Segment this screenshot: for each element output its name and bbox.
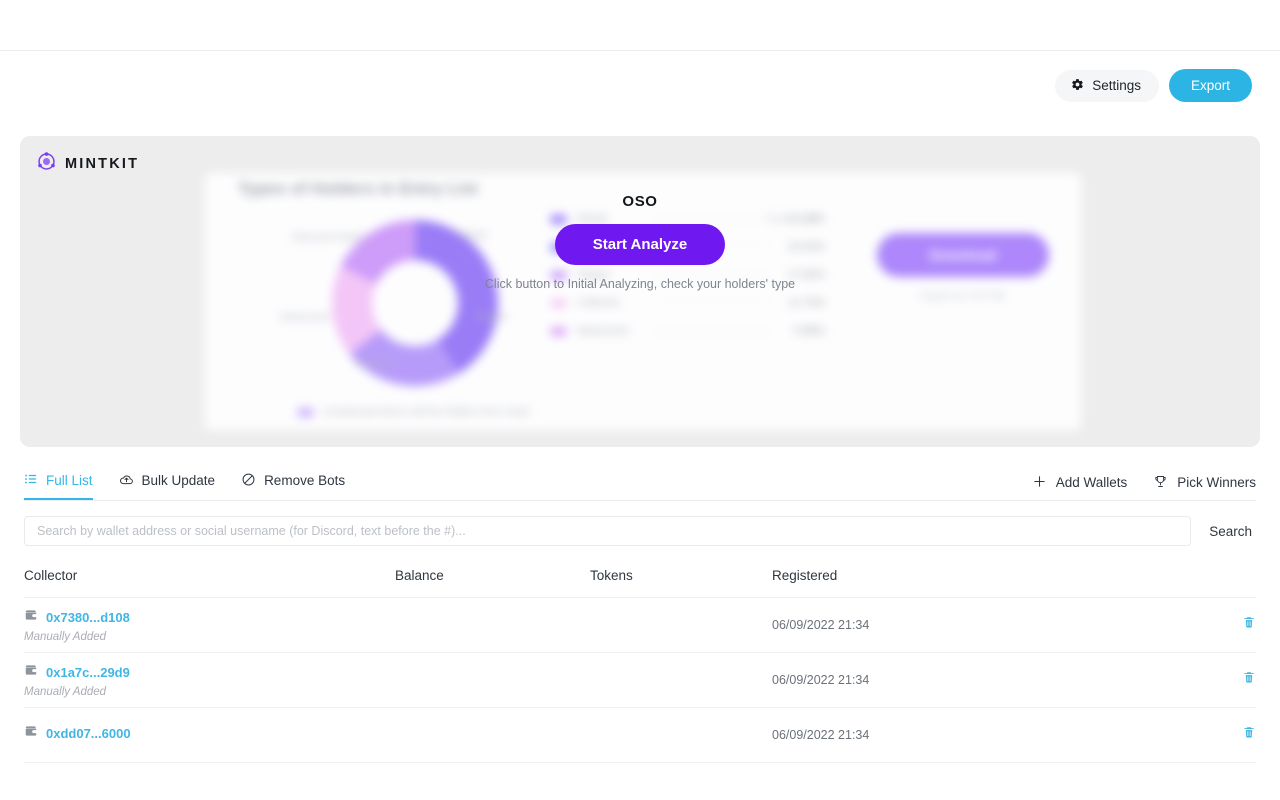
gear-icon (1071, 78, 1084, 94)
chart-footer-label: Unselected items will be hidden from cha… (323, 406, 530, 418)
cell-collector: 0x1a7c...29d9 Manually Added (24, 663, 395, 698)
trash-icon[interactable] (1242, 672, 1256, 689)
legend-value: 5.88% (793, 325, 825, 337)
legend-value: 17.65% (787, 269, 825, 281)
ban-icon (241, 472, 256, 490)
start-analyze-button[interactable]: Start Analyze (554, 224, 726, 265)
brand-name: MINTKIT (65, 156, 140, 172)
trophy-icon (1153, 474, 1168, 492)
tab-bar: Full List Bulk Update Remove Bots (24, 465, 345, 500)
wallet-line: 0xdd07...6000 (24, 724, 395, 743)
settings-button-label: Settings (1092, 78, 1141, 93)
legend-label: Flipper (577, 269, 611, 281)
trash-icon[interactable] (1242, 617, 1256, 634)
search-button[interactable]: Search (1205, 524, 1256, 539)
legend-swatch (550, 326, 567, 336)
legend-swatch (550, 298, 567, 308)
legend-value: 11.76% (788, 297, 826, 309)
legend-swatch (550, 270, 567, 280)
cell-collector: 0xdd07...6000 (24, 724, 395, 747)
tab-remove-bots-label: Remove Bots (264, 473, 346, 488)
browser-chrome-bar (0, 0, 1280, 51)
brand-logo: MINTKIT (37, 152, 139, 176)
page-action-bar: Settings Export (0, 51, 1280, 120)
wallet-icon (24, 608, 38, 627)
wallet-icon (24, 724, 38, 743)
mintkit-logo-icon (37, 152, 56, 176)
legend-leader (657, 302, 769, 304)
toolbar-right-actions: Add Wallets Pick Winners (1032, 474, 1256, 492)
column-header-registered: Registered (772, 568, 838, 583)
export-button[interactable]: Export (1168, 69, 1252, 102)
holders-donut-chart: Diamond Hand Whale Flipper Collector New… (280, 215, 550, 395)
legend-leader (657, 218, 769, 220)
wallet-address-link[interactable]: 0xdd07...6000 (46, 726, 131, 741)
column-header-tokens: Tokens (590, 568, 633, 583)
legend-label: Newcomer (577, 325, 630, 337)
pick-winners-label: Pick Winners (1177, 475, 1256, 490)
column-header-balance: Balance (395, 568, 444, 583)
list-toolbar: Full List Bulk Update Remove Bots Add Wa… (24, 465, 1256, 501)
legend-leader (657, 274, 769, 276)
cell-actions (1192, 725, 1256, 745)
tab-remove-bots[interactable]: Remove Bots (241, 465, 345, 500)
cell-registered: 06/09/2022 21:34 (772, 618, 870, 632)
legend-header: Total Count (765, 213, 819, 225)
collectors-table: Collector Balance Tokens Registered 0x73… (24, 568, 1256, 763)
table-row[interactable]: 0x1a7c...29d9 Manually Added 06/09/2022 … (24, 653, 1256, 708)
table-header: Collector Balance Tokens Registered (24, 568, 1256, 598)
table-row[interactable]: 0xdd07...6000 06/09/2022 21:34 (24, 708, 1256, 763)
trash-icon[interactable] (1242, 727, 1256, 744)
cell-actions (1192, 670, 1256, 690)
legend-item[interactable]: Newcomer 5.88% (550, 317, 825, 345)
wallet-address-link[interactable]: 0x7380...d108 (46, 610, 130, 625)
cell-registered: 06/09/2022 21:34 (772, 673, 870, 687)
list-icon (24, 472, 38, 489)
holders-chart-card: Types of Holders in Entry List Diamond H… (205, 173, 1081, 430)
wallet-source-note: Manually Added (24, 630, 107, 643)
cell-registered: 06/09/2022 21:34 (772, 728, 870, 742)
legend-swatch (550, 214, 567, 224)
chart-title: Types of Holders in Entry List (238, 179, 478, 198)
add-wallets-label: Add Wallets (1055, 475, 1128, 490)
wallet-icon (24, 663, 38, 682)
tab-bulk-update[interactable]: Bulk Update (119, 465, 216, 500)
column-header-collector: Collector (24, 568, 78, 583)
pick-winners-button[interactable]: Pick Winners (1153, 474, 1256, 492)
wallet-line: 0x1a7c...29d9 (24, 663, 395, 682)
tab-full-list-label: Full List (46, 473, 93, 488)
wallet-source-note: Manually Added (24, 685, 107, 698)
table-row[interactable]: 0x7380...d108 Manually Added 06/09/2022 … (24, 598, 1256, 653)
add-wallets-button[interactable]: Add Wallets (1032, 474, 1128, 492)
search-input[interactable] (24, 516, 1192, 546)
legend-item[interactable]: Collector 11.76% (550, 289, 825, 317)
chart-footer-note: Unselected items will be hidden from cha… (297, 406, 530, 418)
legend-label: Collector (577, 297, 621, 309)
plus-icon (1032, 474, 1047, 492)
analyze-panel: MINTKIT Types of Holders in Entry List D… (20, 136, 1260, 447)
tab-bulk-update-label: Bulk Update (141, 473, 216, 488)
legend-leader (657, 330, 769, 332)
cell-actions (1192, 615, 1256, 635)
download-button[interactable]: Download (877, 233, 1049, 277)
cell-collector: 0x7380...d108 Manually Added (24, 608, 395, 643)
wallet-line: 0x7380...d108 (24, 608, 395, 627)
download-note: Export as CSV file (920, 290, 1006, 302)
tab-full-list[interactable]: Full List (24, 465, 93, 500)
footer-swatch (297, 407, 314, 417)
legend-item[interactable]: Flipper 17.65% (550, 261, 825, 289)
legend-value: 23.53% (787, 241, 825, 253)
cloud-upload-icon (119, 472, 134, 490)
settings-button[interactable]: Settings (1055, 69, 1159, 102)
search-row: Search (24, 516, 1256, 546)
download-section: Download Export as CSV file (877, 233, 1049, 302)
wallet-address-link[interactable]: 0x1a7c...29d9 (46, 665, 130, 680)
